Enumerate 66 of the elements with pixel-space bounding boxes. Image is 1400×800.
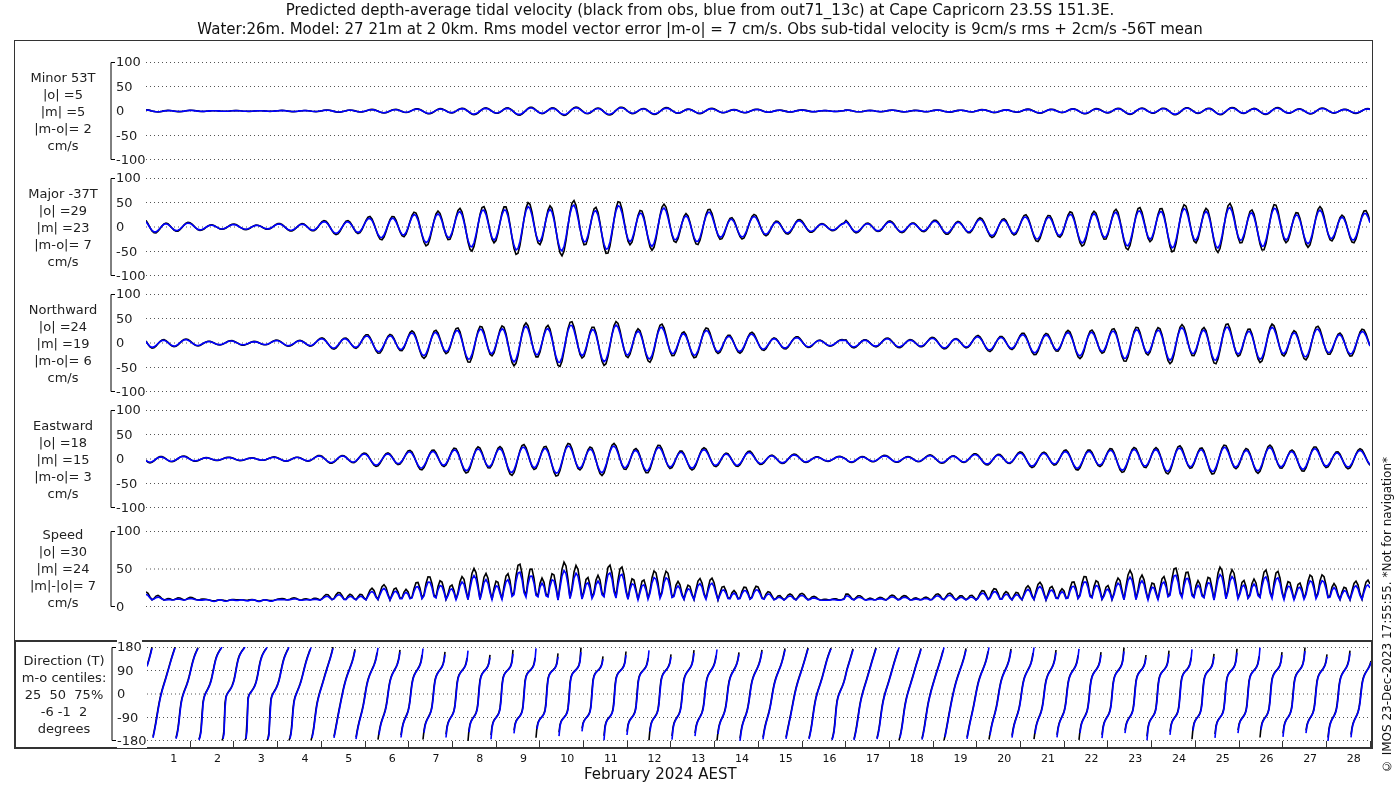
axis-tick-label: 50: [116, 427, 133, 442]
axis-tick-label: 12: [647, 752, 662, 766]
copyright-note: © IMOS 23-Dec-2023 17:55:55. *Not for navigation*: [1378, 456, 1395, 773]
axis-tick-label: 50: [116, 79, 133, 94]
axis-tick-label: 0: [116, 336, 125, 350]
axis-title: February 2024 AEST: [584, 765, 738, 783]
axis-tick-label: 2: [214, 752, 222, 766]
axis-tick-label: 1: [170, 752, 178, 766]
panel-label: Major -37T |o| =29 |m| =23 |m-o|= 7 cm/s: [27, 184, 99, 270]
axis-tick-label: 100: [116, 403, 141, 417]
panel-label: Minor 53T |o| =5 |m| =5 |m-o|= 2 cm/s: [29, 68, 97, 154]
axis-tick-label: 21: [1040, 752, 1055, 766]
axis-tick-label: -100: [116, 269, 146, 283]
chart-title: Water:26m. Model: 27 21m at 2 0km. Rms model vector error |m-o| = 7 cm/s. Obs sub-tidal velocity is 9cm/s rms + 2cm/s -56T mean: [197, 20, 1203, 39]
axis-tick-label: 100: [116, 55, 141, 69]
axis-tick-label: -50: [116, 360, 138, 375]
panel-label: Speed |o| =30 |m| =24 |m|-|o|= 7 cm/s: [28, 526, 98, 611]
axis-tick-label: 90: [117, 663, 134, 678]
axis-tick-label: 8: [476, 752, 484, 766]
axis-tick-label: 6: [388, 752, 396, 766]
axis-tick-label: 13: [691, 752, 706, 766]
axis-tick-label: 25: [1215, 752, 1230, 766]
axis-tick-label: 23: [1128, 752, 1143, 766]
axis-tick-label: 50: [116, 195, 133, 210]
axis-tick-label: 50: [116, 311, 133, 326]
axis-tick-label: 17: [866, 752, 881, 766]
axis-tick-label: 14: [735, 752, 749, 766]
axis-tick-label: 0: [116, 104, 125, 118]
axis-tick-label: 0: [116, 452, 125, 466]
axis-tick-label: -50: [116, 476, 138, 491]
axis-tick-label: -100: [116, 385, 146, 399]
axis-tick-label: 7: [432, 752, 440, 766]
axis-tick-label: 3: [257, 752, 265, 766]
axis-tick-label: 180: [117, 640, 142, 654]
axis-tick-label: -90: [117, 710, 139, 725]
chart-title: Predicted depth-average tidal velocity (black from obs, blue from out71_13c) at Cape Capricorn 23.5S 151.3E.: [285, 1, 1115, 20]
axis-tick-label: -180: [117, 734, 147, 748]
axis-tick-label: 0: [116, 599, 125, 614]
panel-label: Direction (T) m-o centiles: 25 50 75% -6 -1 2 degrees: [20, 651, 108, 737]
axis-tick-label: 28: [1346, 752, 1361, 766]
axis-tick-label: 100: [116, 171, 141, 185]
panel-label: Eastward |o| =18 |m| =15 |m-o|= 3 cm/s: [32, 416, 94, 502]
axis-tick-label: -50: [116, 128, 138, 143]
axis-tick-label: 27: [1303, 752, 1318, 766]
axis-tick-label: 11: [603, 752, 618, 766]
panel-label: Northward |o| =24 |m| =19 |m-o|= 6 cm/s: [27, 300, 99, 386]
axis-tick-label: 50: [116, 561, 133, 576]
axis-tick-label: 16: [822, 752, 837, 766]
axis-tick-label: 24: [1172, 752, 1186, 766]
axis-tick-label: 26: [1259, 752, 1274, 766]
axis-tick-label: 5: [345, 752, 353, 766]
axis-tick-label: 0: [116, 220, 125, 234]
axis-tick-label: 19: [953, 752, 968, 766]
axis-tick-label: 18: [909, 752, 924, 766]
axis-tick-label: 4: [301, 752, 309, 766]
axis-tick-label: -50: [116, 244, 138, 259]
axis-tick-label: 22: [1084, 752, 1099, 766]
axis-tick-label: 100: [116, 523, 141, 538]
axis-tick-label: 20: [997, 752, 1012, 766]
axis-tick-label: 15: [778, 752, 793, 766]
axis-tick-label: 10: [560, 752, 575, 766]
axis-tick-label: -100: [116, 153, 146, 167]
axis-tick-label: 0: [117, 687, 126, 701]
axis-tick-label: -100: [116, 501, 146, 515]
axis-tick-label: 9: [519, 752, 527, 766]
axis-tick-label: 100: [116, 287, 141, 301]
